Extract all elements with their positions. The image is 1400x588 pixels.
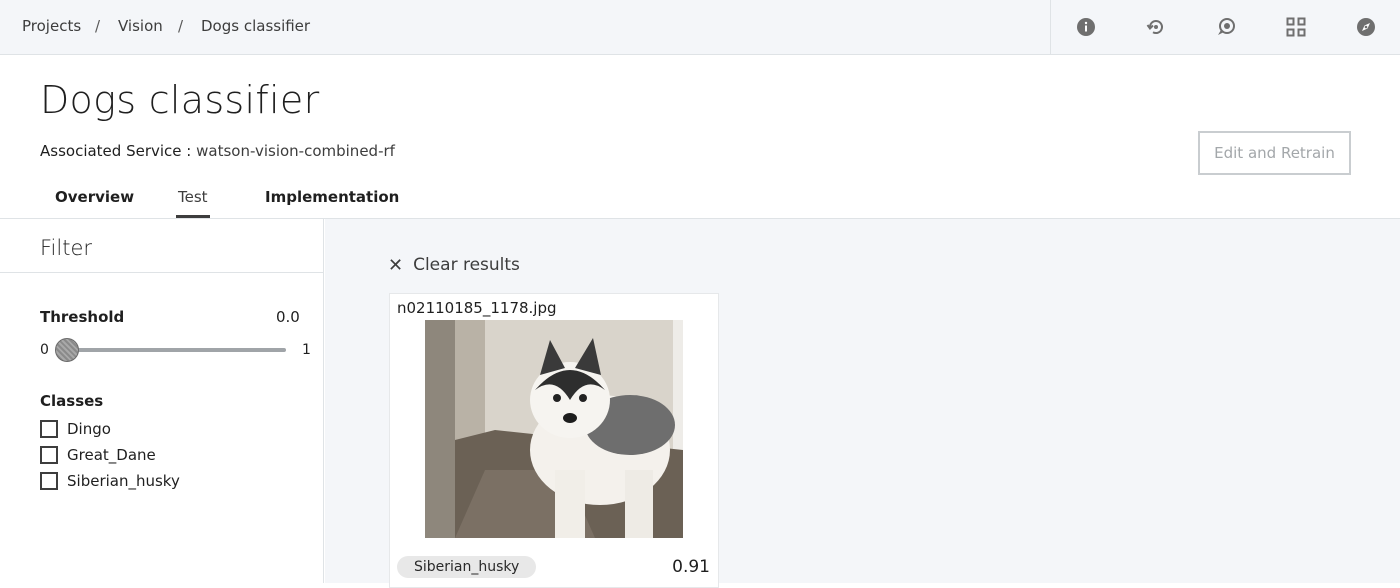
grid-apps-icon[interactable] [1286,17,1306,37]
breadcrumb-current: Dogs classifier [201,17,311,35]
edit-and-retrain-button[interactable]: Edit and Retrain [1198,131,1351,175]
info-icon[interactable] [1076,17,1096,37]
classes-label: Classes [40,392,104,410]
clear-results-button[interactable]: ✕ Clear results [388,254,520,276]
confidence-score: 0.91 [672,557,710,577]
slider-min-label: 0 [40,342,49,358]
threshold-label: Threshold [40,308,125,326]
breadcrumb-projects[interactable]: Projects [22,17,81,35]
service-value: watson-vision-combined-rf [196,142,395,160]
filter-title: Filter [40,236,93,260]
tab-test[interactable]: Test [178,188,208,206]
class-option-dingo[interactable]: Dingo [40,420,240,440]
compass-icon[interactable] [1356,17,1376,37]
filter-divider [0,272,323,273]
checkbox[interactable] [40,472,58,490]
top-bar: Projects / Vision / Dogs classifier [0,0,1400,55]
slider-max-label: 1 [302,342,311,358]
threshold-value: 0.0 [276,308,300,326]
tab-overview[interactable]: Overview [55,188,134,206]
threshold-slider-thumb[interactable] [55,338,79,362]
breadcrumb-separator: / [95,17,101,35]
tab-implementation[interactable]: Implementation [265,188,399,206]
class-option-great-dane[interactable]: Great_Dane [40,446,240,466]
class-label: Dingo [67,420,111,438]
predicted-class-tag: Siberian_husky [397,556,537,578]
toolbar-divider [1050,0,1051,55]
retrain-history-icon[interactable] [1146,17,1166,37]
clear-results-label: Clear results [413,255,520,275]
image-filename: n02110185_1178.jpg [397,299,557,317]
dog-photo [425,320,683,538]
class-label: Siberian_husky [67,472,180,490]
class-label: Great_Dane [67,446,156,464]
associated-service: Associated Service : watson-vision-combi… [40,142,395,160]
checkbox[interactable] [40,420,58,438]
checkbox[interactable] [40,446,58,464]
service-label: Associated Service : [40,142,197,160]
close-icon: ✕ [388,254,404,276]
breadcrumb-vision[interactable]: Vision [118,17,163,35]
breadcrumb-separator: / [178,17,184,35]
page-title: Dogs classifier [40,78,320,122]
class-option-siberian-husky[interactable]: Siberian_husky [40,472,240,492]
chat-icon[interactable] [1216,17,1236,37]
result-card[interactable]: n02110185_1178.jpg Siberian_husky 0.91 [389,293,719,588]
threshold-slider-track[interactable] [66,348,286,352]
